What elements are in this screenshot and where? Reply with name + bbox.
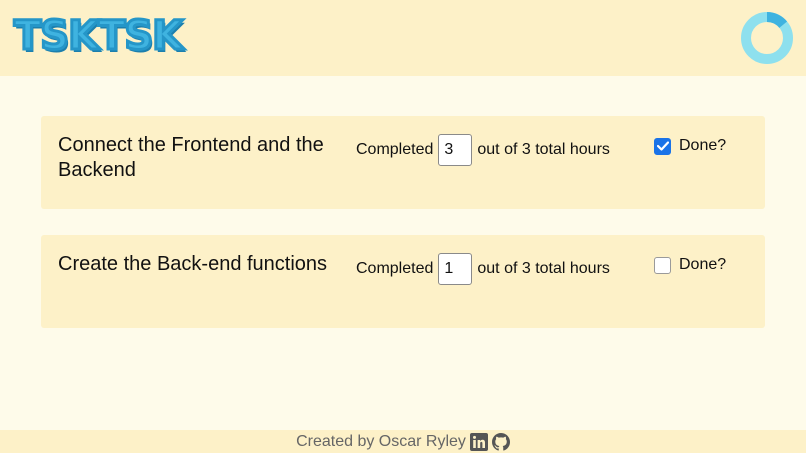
progress-ring-icon [741,12,793,64]
app-page: TSKTSK Connect the Frontend and the Back… [0,0,806,453]
done-label: Done? [679,256,727,273]
task-title: Create the Back-end functions [58,253,328,275]
total-hours-label: out of 3 total hours [477,260,610,277]
hours-completed-input[interactable] [438,134,473,166]
footer-credit: Created by Oscar Ryley [296,432,466,450]
app-footer: Created by Oscar Ryley [0,430,806,453]
task-title: Connect the Frontend and the Backend [58,134,324,181]
done-toggle[interactable]: Done? [654,256,726,274]
task-progress: Completed out of 3 total hours [356,253,610,285]
done-label: Done? [679,137,727,154]
task-card: Connect the Frontend and the Backend Com… [41,116,765,209]
checkmark-icon [656,141,669,151]
app-header: TSKTSK [0,0,806,76]
task-card: Create the Back-end functions Completed … [41,235,765,328]
completed-label: Completed [356,141,434,158]
logo-text: TSKTSK [12,13,184,59]
done-toggle[interactable]: Done? [654,137,726,155]
done-checkbox[interactable] [654,256,671,274]
hours-completed-input[interactable] [438,253,473,285]
task-progress: Completed out of 3 total hours [356,134,610,166]
done-checkbox[interactable] [654,137,671,155]
linkedin-icon[interactable] [469,432,488,451]
total-hours-label: out of 3 total hours [477,141,610,158]
completed-label: Completed [356,260,434,277]
app-logo[interactable]: TSKTSK [12,12,184,60]
github-icon[interactable] [491,432,510,451]
